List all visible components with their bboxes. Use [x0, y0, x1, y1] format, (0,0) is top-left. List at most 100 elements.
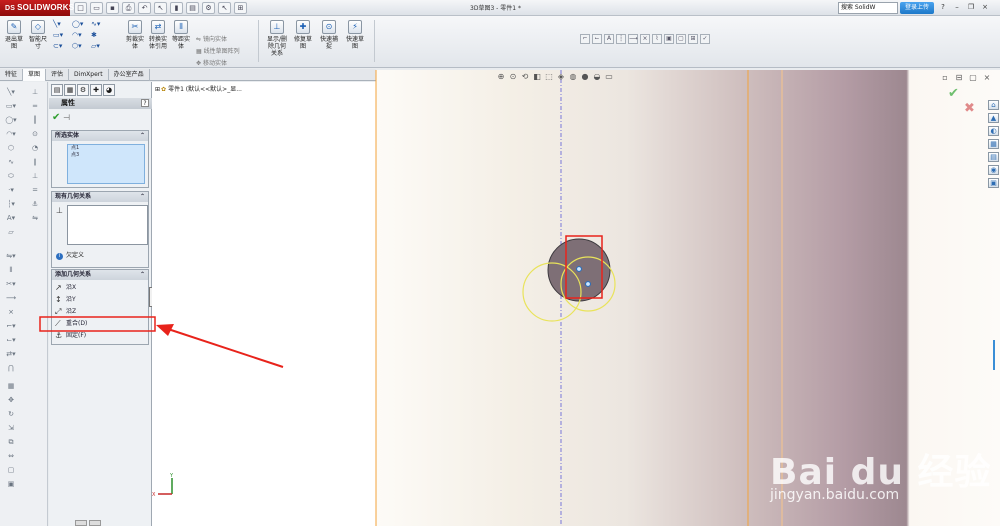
move-icon[interactable]: ✥ — [2, 396, 20, 405]
point-icon[interactable]: ·▾ — [2, 186, 20, 195]
picture-icon[interactable]: ▣ — [2, 480, 20, 489]
viewport-minimize-icon[interactable]: ▫ — [940, 73, 950, 83]
spline-icon[interactable]: ∿ — [2, 158, 20, 167]
extend-icon[interactable]: ⟶ — [628, 34, 638, 44]
plane-icon[interactable]: ▱ — [2, 228, 20, 237]
sketch-text-icon[interactable]: A — [604, 34, 614, 44]
plane-tool-icon[interactable]: ▱▾ — [91, 42, 107, 51]
construction-geometry-icon[interactable]: ┆ — [616, 34, 626, 44]
equal-icon[interactable]: = — [26, 186, 44, 195]
rectangle-tool-icon[interactable]: ▭▾ — [53, 31, 69, 40]
vertical-relation-icon[interactable]: ║ — [26, 116, 44, 125]
open-folder-icon[interactable]: ▭ — [90, 2, 103, 14]
view-settings-icon[interactable]: ▭ — [604, 72, 614, 82]
check-sketch-icon[interactable]: ✓ — [700, 34, 710, 44]
sketch-picture-icon[interactable]: ▣ — [664, 34, 674, 44]
trim-icon[interactable]: ✂▾ — [2, 280, 20, 289]
rapid-sketch-button[interactable]: ⚡ 快速草图 — [344, 20, 366, 50]
parallel-icon[interactable]: ∥ — [26, 158, 44, 167]
expand-icon[interactable]: ⊞ — [155, 86, 160, 93]
list-item[interactable]: 点3 — [68, 152, 144, 159]
options-gear-icon[interactable]: ⚙ — [202, 2, 215, 14]
tab-sketch[interactable]: 草图 — [23, 69, 47, 81]
selected-entities-header[interactable]: 所选实体 ⌃ — [52, 131, 148, 141]
sketch-fillet-icon[interactable]: ⌐ — [580, 34, 590, 44]
appearances-icon[interactable]: ▤ — [988, 152, 999, 162]
polygon-tool-icon[interactable]: ⬡▾ — [72, 42, 88, 51]
line-icon[interactable]: ╲▾ — [2, 88, 20, 97]
task-pane-scroll-handle[interactable] — [993, 340, 998, 370]
horizontal-relation-icon[interactable]: ═ — [26, 102, 44, 111]
block-icon[interactable]: ▢ — [676, 34, 686, 44]
ok-check-icon[interactable]: ✔ — [52, 112, 60, 123]
exit-sketch-button[interactable]: ✎ 退出草图 — [3, 20, 25, 50]
zoom-area-icon[interactable]: ⊙ — [508, 72, 518, 82]
rebuild-icon[interactable]: ▮ — [170, 2, 183, 14]
text-icon[interactable]: A▾ — [2, 214, 20, 223]
sketch-relation-icon[interactable]: ⊥ — [26, 88, 44, 97]
move-entities-button[interactable]: ✥ 移动实体 — [196, 58, 227, 67]
display-delete-relations-button[interactable]: ⊥ 显示/删除几何关系 — [266, 20, 288, 57]
slot-tool-icon[interactable]: ⊂▾ — [53, 42, 69, 51]
chamfer-icon[interactable]: ⌙▾ — [2, 336, 20, 345]
offset-entities-button[interactable]: ⫴ 等距实体 — [170, 20, 192, 50]
line-tool-icon[interactable]: ╲▾ — [53, 20, 69, 29]
point-tool-icon[interactable]: ✱ — [91, 31, 107, 40]
repair-sketch-button[interactable]: ✚ 修复草图 — [292, 20, 314, 50]
rotate-icon[interactable]: ↻ — [2, 410, 20, 419]
quick-snaps-button[interactable]: ⊙ 快速捕捉 — [318, 20, 340, 50]
tab-office-products[interactable]: 办公室产品 — [109, 69, 150, 81]
coincident-relation[interactable]: ⟋ 重合(D) — [54, 318, 146, 329]
custom-properties-icon[interactable]: ◉ — [988, 165, 999, 175]
stretch-icon[interactable]: ⇔ — [2, 452, 20, 461]
feature-manager-icon[interactable]: ▤ — [51, 84, 63, 96]
convert-entities-button[interactable]: ⇄ 转换实体引用 — [147, 20, 169, 50]
perpendicular-icon[interactable]: ⊥ — [26, 172, 44, 181]
fix-icon[interactable]: ⚓ — [26, 200, 44, 209]
close-button[interactable]: × — [980, 2, 990, 13]
block-icon[interactable]: ▢ — [2, 466, 20, 475]
solidworks-logo[interactable]: DS SOLIDWORKS — [0, 0, 74, 16]
confirm-cancel-icon[interactable]: ✖ — [964, 101, 975, 116]
viewport-maximize-icon[interactable]: ▢ — [968, 73, 978, 83]
mirror-icon[interactable]: ⇋▾ — [2, 252, 20, 261]
polygon-icon[interactable]: ⬡ — [2, 144, 20, 153]
dimxpert-manager-icon[interactable]: ✚ — [90, 84, 102, 96]
configuration-manager-icon[interactable]: ⚙ — [77, 84, 89, 96]
pin-icon[interactable]: ⊣ — [63, 113, 70, 122]
section-view-icon[interactable]: ◧ — [532, 72, 542, 82]
add-relations-header[interactable]: 添加几何关系 ⌃ — [52, 270, 148, 280]
selected-entities-list[interactable]: 点1 点3 — [67, 144, 145, 184]
spline-tool-icon[interactable]: ∿▾ — [91, 20, 107, 29]
select-arrow-icon[interactable]: ↖ — [154, 2, 167, 14]
grid-icon[interactable]: ⊞ — [234, 2, 247, 14]
sketch-grid-icon[interactable]: ⊞ — [688, 34, 698, 44]
existing-relations-header[interactable]: 现有几何关系 ⌃ — [52, 192, 148, 202]
save-icon[interactable]: ▪ — [106, 2, 119, 14]
tangent-icon[interactable]: ◔ — [26, 144, 44, 153]
signin-upload-button[interactable]: 登录上传 — [900, 2, 934, 14]
file-properties-icon[interactable]: ▤ — [186, 2, 199, 14]
scroll-right-button[interactable] — [89, 520, 101, 526]
along-z-relation[interactable]: ⤢ 沿Z — [54, 306, 146, 317]
search-results-icon[interactable]: ▣ — [988, 178, 999, 188]
print-icon[interactable]: ⎙ — [122, 2, 135, 14]
sketch-chamfer-icon[interactable]: ⌙ — [592, 34, 602, 44]
new-document-icon[interactable]: □ — [74, 2, 87, 14]
offset-icon[interactable]: ⫴ — [2, 266, 20, 275]
viewport-tile-icon[interactable]: ⊟ — [954, 73, 964, 83]
confirm-ok-icon[interactable]: ✔ — [948, 86, 959, 101]
convert-icon[interactable]: ⇄▾ — [2, 350, 20, 359]
sketch-select-icon[interactable]: ↖ — [218, 2, 231, 14]
split-icon[interactable]: ⨯ — [640, 34, 650, 44]
pattern-icon[interactable]: ▦ — [2, 382, 20, 391]
help-icon[interactable]: ? — [938, 2, 948, 13]
fillet-icon[interactable]: ⌐▾ — [2, 322, 20, 331]
help-icon[interactable]: ? — [141, 99, 149, 107]
restore-button[interactable]: ❐ — [966, 2, 976, 13]
display-style-icon[interactable]: ◈ — [556, 72, 566, 82]
scroll-left-button[interactable] — [75, 520, 87, 526]
scale-icon[interactable]: ⇲ — [2, 424, 20, 433]
tab-features[interactable]: 特征 — [0, 69, 24, 81]
zoom-to-fit-icon[interactable]: ⊕ — [496, 72, 506, 82]
